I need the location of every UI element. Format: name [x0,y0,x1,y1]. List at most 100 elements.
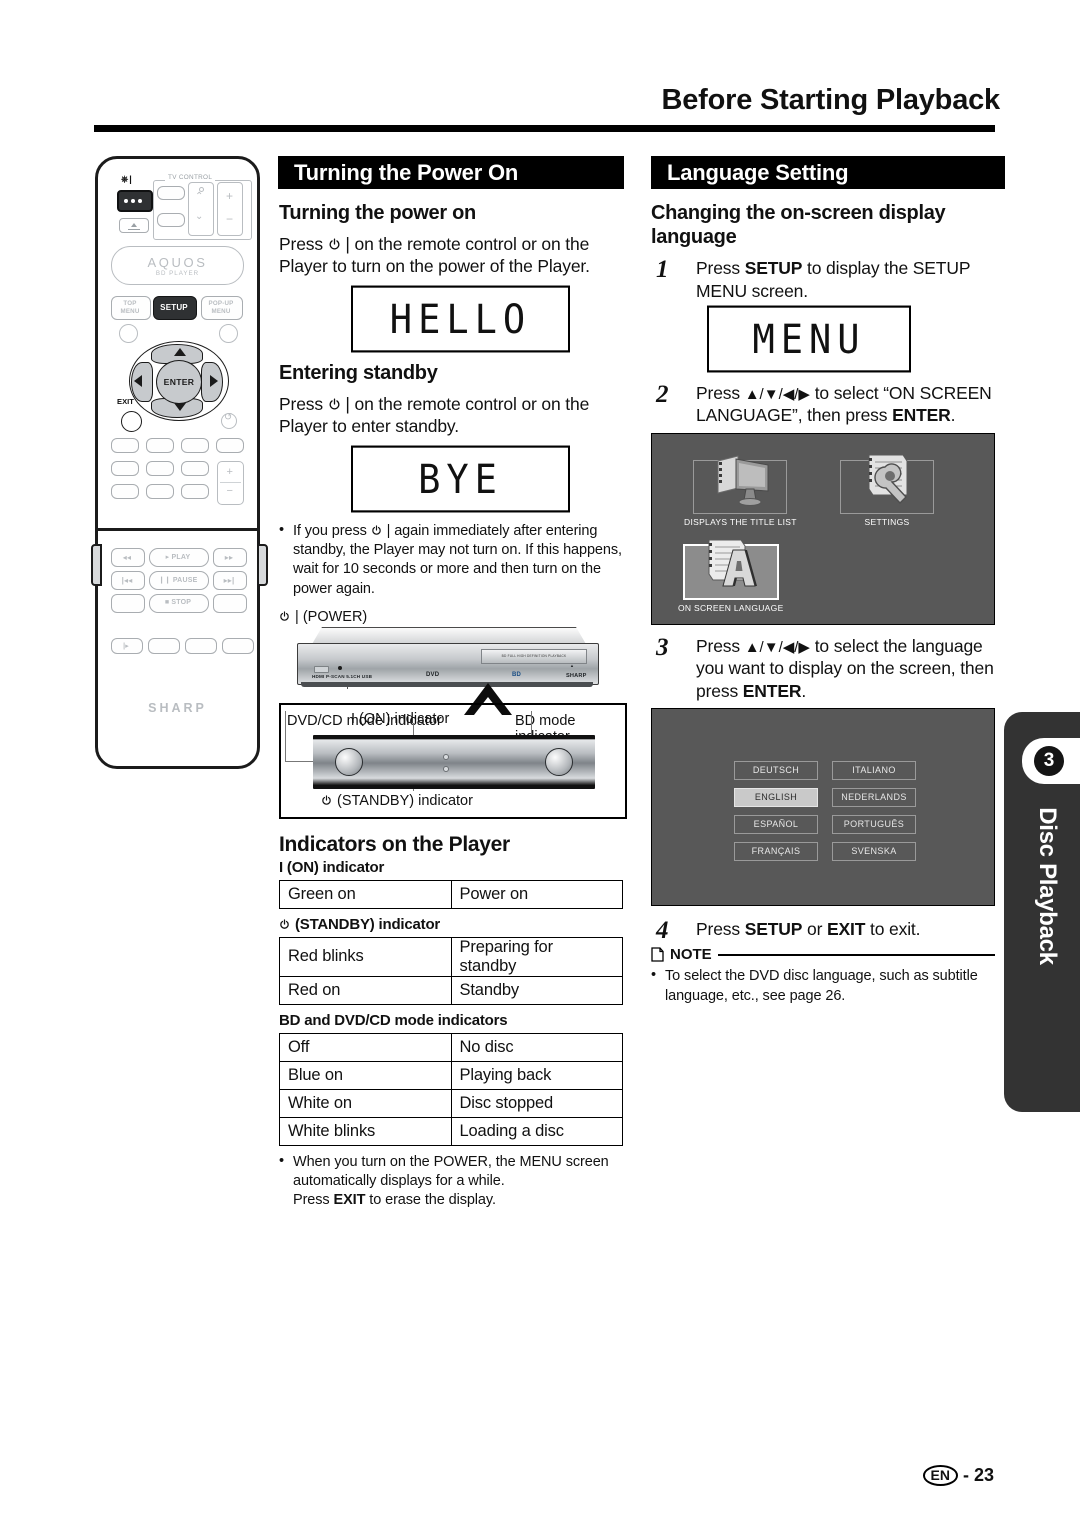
remote-exit-button[interactable] [121,411,142,432]
language-document-icon [708,539,757,587]
menu-item-title-list[interactable]: DISPLAYS THE TITLE LIST [684,455,797,527]
document-icon [651,947,664,962]
player-diagram: | (POWER) BD FULL HIGH DEFINITION PLAYBA… [279,608,627,819]
remote-slow-fwd-button[interactable] [213,594,247,613]
remote-enter-button[interactable]: ENTER [156,360,202,404]
remote-tv-channel-rocker[interactable]: ⌃ ⌄ [188,182,214,236]
remote-tv-volume-rocker[interactable]: + − [217,182,243,236]
step-4: 4 Press SETUP or EXIT to exit. [651,917,995,944]
table-row: White blinks Loading a disc [279,1116,623,1146]
step-2: 2 Press ▲/▼/◀/▶ to select “ON SCREEN LAN… [651,381,995,427]
previous-icon: |◂◂ [121,576,133,585]
remote-volume-rocker[interactable]: + − [217,461,244,505]
language-option-deutsch[interactable]: DEUTSCH [734,760,818,780]
remote-key-r1c4[interactable] [216,438,244,453]
language-option-espanol[interactable]: ESPAÑOL [734,814,818,834]
player-bd-knob [545,747,573,776]
remote-key-r1c1[interactable] [111,438,139,453]
menu-item-caption: ON SCREEN LANGUAGE [678,602,784,613]
remote-exit-label: EXIT [117,397,134,406]
remote-key-r3c1[interactable] [111,484,139,499]
remote-key-r2c1[interactable] [111,461,139,476]
language-option-portugues[interactable]: PORTUGUÊS [832,814,916,834]
step-icon: |▸ [123,643,129,650]
direction-arrows-icon: ▲/▼/◀/▶ [744,385,810,403]
step-1: 1 Press SETUP to display the SETUP MENU … [651,256,995,302]
label-on-indicator: I (ON) indicator [351,710,450,727]
power-symbol-icon [321,794,333,807]
remote-stop-label: ■ STOP [164,599,192,606]
setup-menu-screenshot: DISPLAYS THE TITLE LIST SETTINGS ON SCRE… [651,432,995,625]
table-on-indicator: Green on Power on [279,879,623,909]
text-fragment: (STANDBY) indicator [294,915,441,933]
minus-icon: − [226,485,233,497]
remote-aux-right-button[interactable] [219,324,238,343]
table-cell-meaning: Disc stopped [450,1088,623,1118]
remote-tv-input-key[interactable] [157,186,185,200]
manual-page: Before Starting Playback TV CONTROL ⎈| ⌃… [0,0,1080,1528]
language-option-nederlands[interactable]: NEDERLANDS [832,787,916,807]
table-cell-meaning: Playing back [450,1060,623,1090]
menu-item-box [693,455,788,514]
remote-func-key-3[interactable] [185,638,217,654]
text-fragment-bold: SETUP [744,918,803,939]
player-front-illustration: BD FULL HIGH DEFINITION PLAYBACK HDMI P-… [287,626,599,745]
remote-top-menu-label: TOP MENU [120,300,140,315]
rocker-divider [220,482,241,483]
footer-locale-badge: EN [922,1465,958,1486]
table-row: Red blinks Preparing for standby [279,936,623,977]
remote-slow-rev-button[interactable] [111,594,145,613]
table-row: Red on Standby [279,975,623,1005]
player-sensor-dot [338,665,342,670]
remote-play-label: ▸ PLAY [165,554,191,561]
language-option-svenska[interactable]: SVENSKA [832,841,916,861]
remote-grip-right [257,544,268,586]
language-option-english[interactable]: ENGLISH [734,787,818,807]
remote-func-key-4[interactable] [222,638,254,654]
callout-line-dvdcd-v [285,710,286,761]
remote-popup-menu-label: POP-UP MENU [208,300,234,315]
remote-key-r2c3[interactable] [181,461,209,476]
menu-item-settings[interactable]: SETTINGS [840,454,934,527]
remote-key-r1c3[interactable] [181,438,209,453]
player-dvd-logo: DVD [426,671,440,678]
language-option-francais[interactable]: FRANÇAIS [734,841,818,861]
text-fragment-bold: ENTER [742,680,802,701]
menu-item-on-screen-language[interactable]: ON SCREEN LANGUAGE [678,539,784,613]
text-fragment: Press [696,382,745,403]
text-fragment: Press [696,918,745,939]
text-fragment: If you press [293,522,367,539]
table-cell-meaning: No disc [450,1032,623,1062]
table-cell-meaning: Power on [450,879,623,909]
remote-key-r3c3[interactable] [181,484,209,499]
remote-return-button[interactable] [221,412,237,429]
heading-entering-standby: Entering standby [279,362,438,385]
remote-eject-button[interactable] [119,218,149,233]
table-caption-mode-indicators: BD and DVD/CD mode indicators [279,1011,508,1029]
remote-tv-power-key[interactable] [157,213,185,227]
remote-aux-left-button[interactable] [119,324,138,343]
text-fragment: Press [696,258,745,279]
tv-control-label: TV CONTROL [165,174,216,181]
lcd-display-menu: MENU [707,305,911,373]
player-panel-closeup [313,734,595,789]
text-fragment: (STANDBY) indicator [337,792,473,809]
text-fragment-bold: SETUP [744,258,803,279]
remote-key-r2c2[interactable] [146,461,174,476]
text-fragment: | (POWER) [295,608,368,625]
lcd-display-bye: BYE [351,445,570,513]
triangle-right-icon [210,375,218,387]
remote-key-r1c2[interactable] [146,438,174,453]
language-option-italiano[interactable]: ITALIANO [832,760,916,780]
chevron-up-icon: ⌃ [195,191,204,202]
eject-bar-icon [128,228,140,230]
remote-func-key-2[interactable] [148,638,180,654]
right-column: Changing the on-screen display language … [651,196,995,1006]
triangle-up-icon [174,348,186,356]
table-cell-state: Red on [279,975,452,1005]
player-on-led [443,753,449,760]
remote-key-r3c2[interactable] [146,484,174,499]
remote-power-button[interactable] [117,190,153,212]
player-base [301,681,593,687]
player-disc-tray: BD FULL HIGH DEFINITION PLAYBACK [481,648,587,664]
